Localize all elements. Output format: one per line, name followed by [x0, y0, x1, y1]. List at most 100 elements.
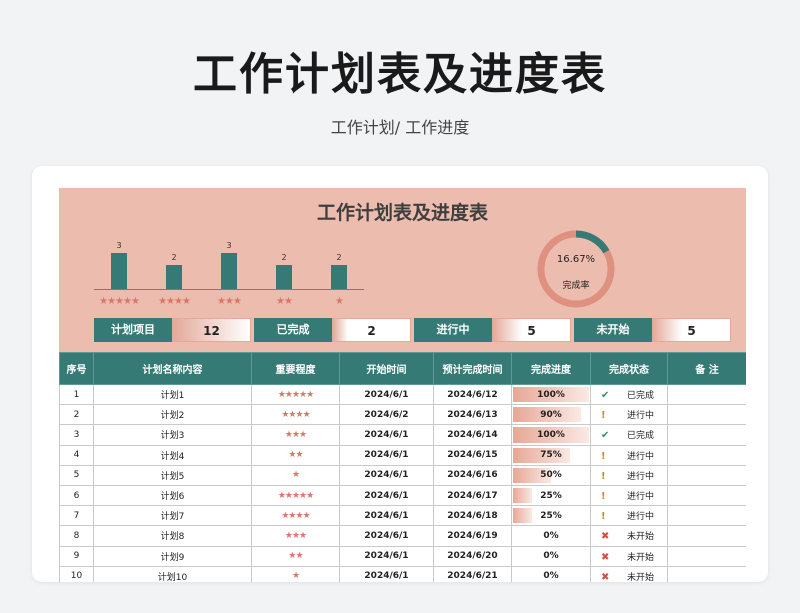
cell-status[interactable]: ✔ 已完成	[590, 383, 668, 406]
cell-start[interactable]: 2024/6/1	[339, 444, 434, 466]
cell-no[interactable]: 9	[59, 545, 94, 567]
header-note: 备 注	[667, 352, 746, 385]
cell-no[interactable]: 5	[59, 464, 94, 486]
cell-importance[interactable]: ★★	[251, 545, 340, 567]
cell-importance[interactable]: ★★★★★	[251, 484, 340, 507]
cell-no[interactable]: 10	[59, 565, 94, 582]
cell-status[interactable]: ✖ 未开始	[590, 525, 668, 547]
cell-note[interactable]	[667, 484, 746, 507]
cell-note[interactable]	[667, 505, 746, 527]
cell-progress[interactable]: 0%	[511, 545, 591, 567]
cell-status[interactable]: ! 进行中	[590, 404, 668, 426]
cell-no[interactable]: 6	[59, 484, 94, 507]
cell-end[interactable]: 2024/6/18	[433, 505, 512, 527]
cell-progress[interactable]: 0%	[511, 565, 591, 582]
cell-importance[interactable]: ★★	[251, 444, 340, 466]
cell-no[interactable]: 3	[59, 424, 94, 446]
cell-start[interactable]: 2024/6/1	[339, 424, 434, 446]
cell-no[interactable]: 2	[59, 404, 94, 426]
cell-name[interactable]: 计划1	[93, 383, 252, 406]
cross-icon: ✖	[601, 531, 610, 543]
bar-column: 2 ★★★★	[149, 238, 199, 318]
cell-end[interactable]: 2024/6/15	[433, 444, 512, 466]
stat-value-box: 5	[492, 318, 571, 342]
cell-progress[interactable]: 100%	[511, 424, 591, 446]
bar-value-label: 3	[226, 241, 232, 250]
cell-status[interactable]: ✖ 未开始	[590, 545, 668, 567]
stat-label: 已完成	[254, 318, 332, 342]
bar-column: 2 ★★	[259, 238, 309, 318]
cell-importance[interactable]: ★★★★★	[251, 383, 340, 406]
cell-status[interactable]: ! 进行中	[590, 505, 668, 527]
cell-end[interactable]: 2024/6/19	[433, 525, 512, 547]
donut-percent: 16.67%	[556, 254, 596, 265]
exclamation-icon: !	[601, 470, 606, 482]
cell-note[interactable]	[667, 525, 746, 547]
cell-no[interactable]: 8	[59, 525, 94, 547]
cell-no[interactable]: 1	[59, 383, 94, 406]
cell-name[interactable]: 计划2	[93, 404, 252, 426]
cell-importance[interactable]: ★★★	[251, 424, 340, 446]
cell-status[interactable]: ✔ 已完成	[590, 424, 668, 446]
cell-end[interactable]: 2024/6/16	[433, 464, 512, 486]
bar-star-label: ★★★	[217, 296, 242, 307]
cell-note[interactable]	[667, 383, 746, 406]
cell-name[interactable]: 计划5	[93, 464, 252, 486]
cell-status[interactable]: ! 进行中	[590, 484, 668, 507]
cell-name[interactable]: 计划9	[93, 545, 252, 567]
cell-note[interactable]	[667, 404, 746, 426]
cell-progress[interactable]: 25%	[511, 484, 591, 507]
cell-note[interactable]	[667, 444, 746, 466]
cell-start[interactable]: 2024/6/1	[339, 545, 434, 567]
stat-label: 进行中	[414, 318, 492, 342]
cell-start[interactable]: 2024/6/1	[339, 525, 434, 547]
cell-name[interactable]: 计划10	[93, 565, 252, 582]
cell-end[interactable]: 2024/6/14	[433, 424, 512, 446]
cell-start[interactable]: 2024/6/1	[339, 484, 434, 507]
cell-importance[interactable]: ★★★	[251, 525, 340, 547]
cell-name[interactable]: 计划4	[93, 444, 252, 466]
cell-end[interactable]: 2024/6/17	[433, 484, 512, 507]
cell-note[interactable]	[667, 464, 746, 486]
cell-importance[interactable]: ★★★★	[251, 505, 340, 527]
header-no: 序号	[59, 352, 94, 385]
cell-name[interactable]: 计划3	[93, 424, 252, 446]
cell-end[interactable]: 2024/6/20	[433, 545, 512, 567]
table-row: 9 计划9 ★★ 2024/6/1 2024/6/20 0% ✖ 未开始	[59, 545, 746, 567]
cell-name[interactable]: 计划8	[93, 525, 252, 547]
cell-progress[interactable]: 0%	[511, 525, 591, 547]
cell-start[interactable]: 2024/6/1	[339, 505, 434, 527]
stat-value: 12	[203, 324, 220, 338]
cell-note[interactable]	[667, 424, 746, 446]
cell-status[interactable]: ! 进行中	[590, 464, 668, 486]
cell-importance[interactable]: ★	[251, 565, 340, 582]
cell-status[interactable]: ! 进行中	[590, 444, 668, 466]
cell-start[interactable]: 2024/6/1	[339, 464, 434, 486]
cell-progress[interactable]: 50%	[511, 464, 591, 486]
bar-star-label: ★★★★★	[99, 296, 140, 307]
cell-start[interactable]: 2024/6/2	[339, 404, 434, 426]
cell-note[interactable]	[667, 565, 746, 582]
cell-end[interactable]: 2024/6/13	[433, 404, 512, 426]
status-text: 进行中	[627, 492, 655, 503]
cell-end[interactable]: 2024/6/21	[433, 565, 512, 582]
progress-text: 100%	[537, 429, 565, 440]
cell-name[interactable]: 计划6	[93, 484, 252, 507]
cell-importance[interactable]: ★	[251, 464, 340, 486]
stat-value: 5	[687, 324, 696, 338]
bar	[221, 253, 237, 289]
cell-name[interactable]: 计划7	[93, 505, 252, 527]
cell-note[interactable]	[667, 545, 746, 567]
cell-progress[interactable]: 75%	[511, 444, 591, 466]
cell-progress[interactable]: 25%	[511, 505, 591, 527]
cell-no[interactable]: 4	[59, 444, 94, 466]
cell-progress[interactable]: 90%	[511, 404, 591, 426]
cell-progress[interactable]: 100%	[511, 383, 591, 406]
cell-start[interactable]: 2024/6/1	[339, 383, 434, 406]
stat-label: 未开始	[574, 318, 652, 342]
cell-start[interactable]: 2024/6/1	[339, 565, 434, 582]
cell-importance[interactable]: ★★★★	[251, 404, 340, 426]
cell-no[interactable]: 7	[59, 505, 94, 527]
cell-end[interactable]: 2024/6/12	[433, 383, 512, 406]
cell-status[interactable]: ✖ 未开始	[590, 565, 668, 582]
